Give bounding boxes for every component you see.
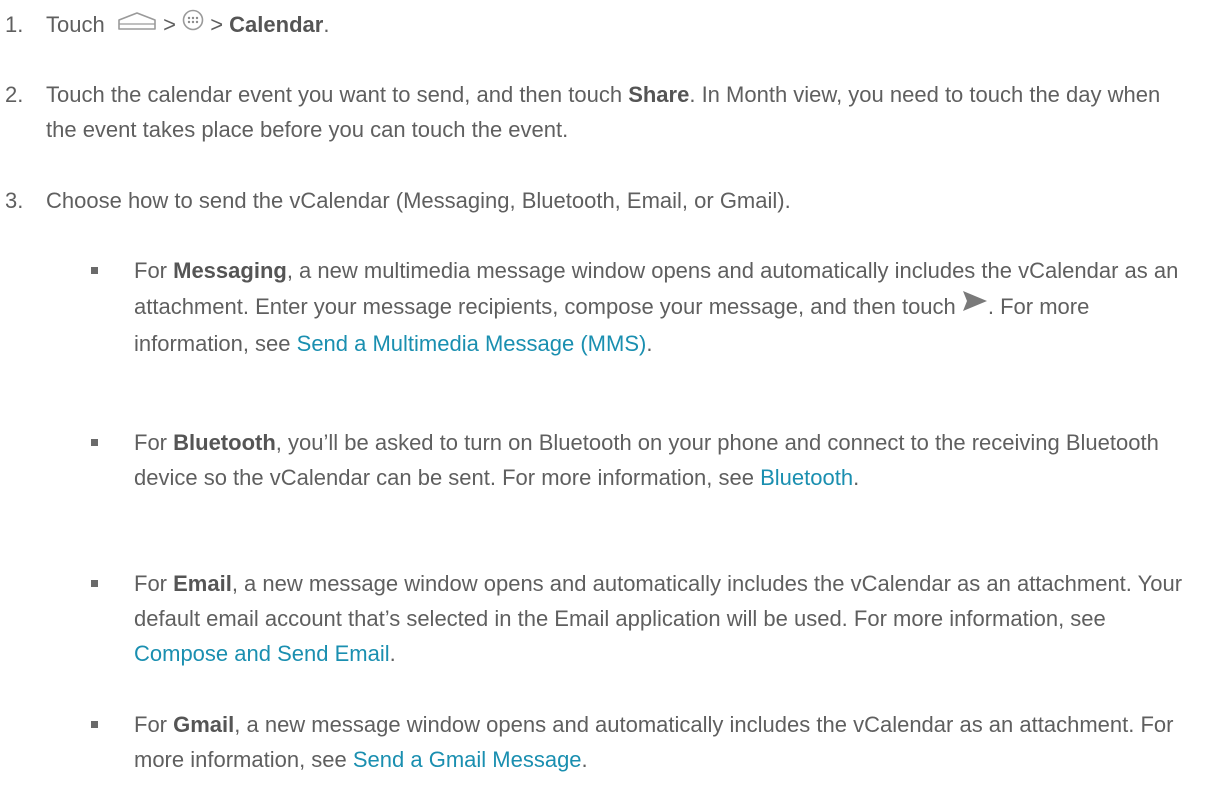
link-bluetooth[interactable]: Bluetooth	[760, 465, 853, 490]
step-text: Touch the calendar event you want to sen…	[46, 82, 1161, 142]
link-compose-and-send-email[interactable]: Compose and Send Email	[134, 641, 390, 666]
bullet-text: For Messaging, a new multimedia message …	[134, 258, 1179, 357]
home-icon	[117, 6, 157, 41]
apps-icon	[182, 6, 204, 41]
bullet-square	[91, 267, 98, 274]
instructions-page: 1. Touch > > Calendar. 2. Touch the cale…	[0, 0, 1208, 795]
link-send-gmail-message[interactable]: Send a Gmail Message	[353, 747, 582, 772]
bullet-square	[91, 580, 98, 587]
step-text: Choose how to send the vCalendar (Messag…	[46, 188, 791, 213]
bullet-square	[91, 721, 98, 728]
bullet-square	[91, 439, 98, 446]
step-number: 1.	[5, 12, 24, 37]
send-icon	[962, 287, 988, 323]
bullet-text: For Email, a new message window opens an…	[134, 571, 1183, 666]
bullet-text: For Bluetooth, you’ll be asked to turn o…	[134, 430, 1159, 490]
step-text: Touch > > Calendar.	[46, 7, 1176, 44]
step-number: 2.	[5, 82, 24, 107]
bullet-text: For Gmail, a new message window opens an…	[134, 712, 1174, 772]
step-number: 3.	[5, 188, 24, 213]
link-send-multimedia-message[interactable]: Send a Multimedia Message (MMS)	[297, 331, 647, 356]
